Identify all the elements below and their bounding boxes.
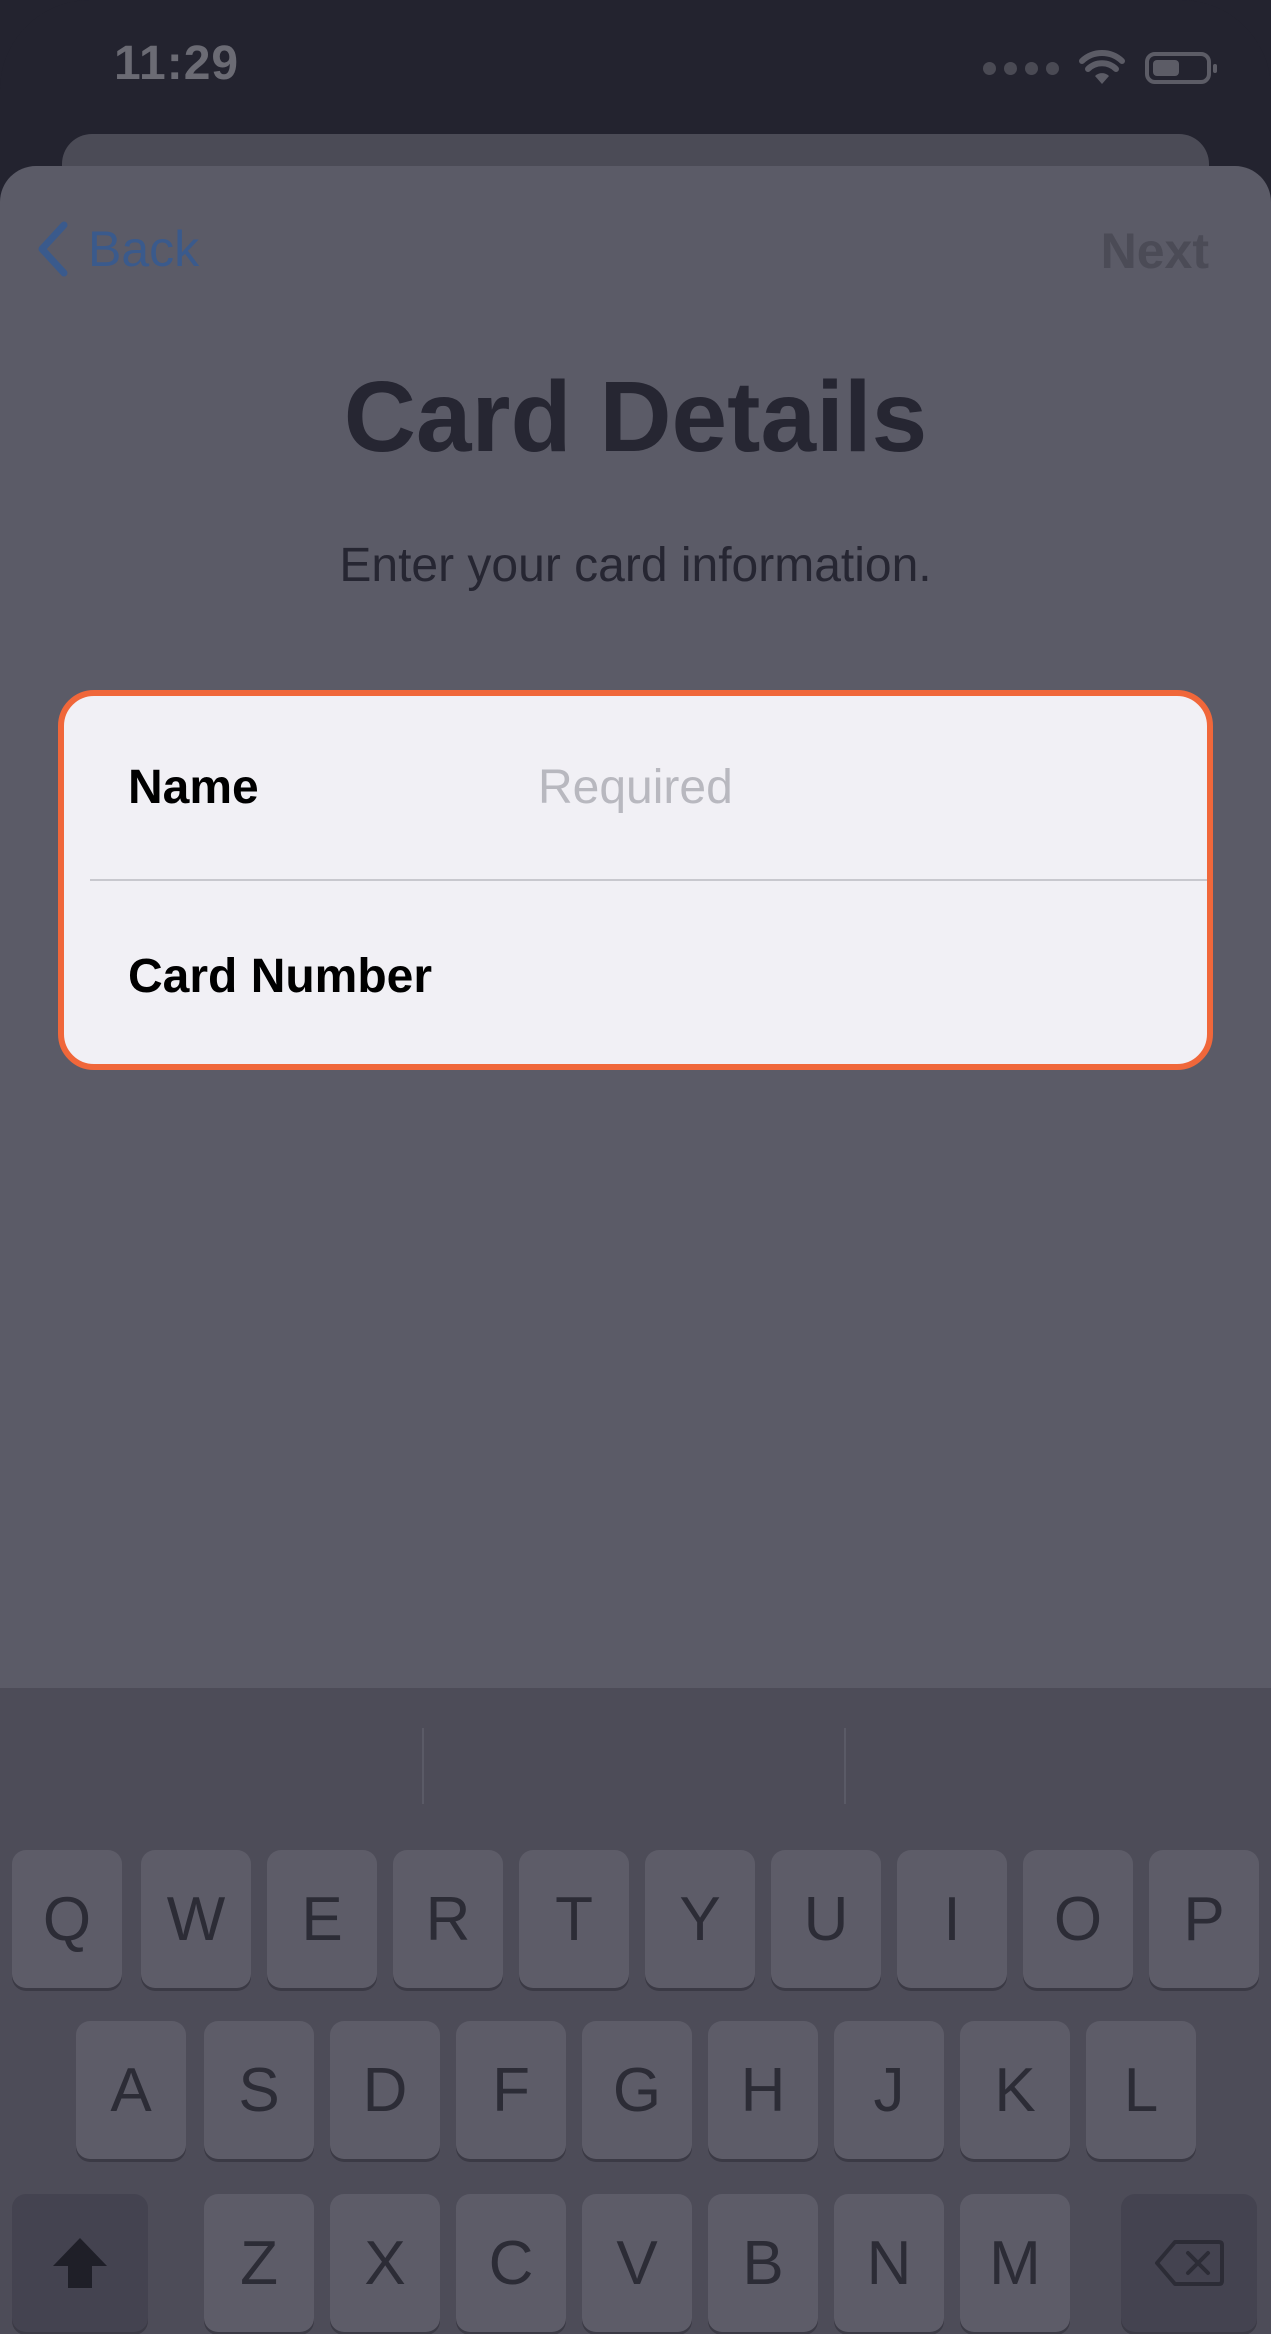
key-h[interactable]: H: [708, 2021, 818, 2159]
card-number-row[interactable]: Card Number: [64, 885, 1207, 1064]
next-button[interactable]: Next: [1101, 222, 1209, 280]
key-r[interactable]: R: [393, 1850, 503, 1988]
cellular-signal-icon: [983, 61, 1059, 75]
key-k[interactable]: K: [960, 2021, 1070, 2159]
key-v[interactable]: V: [582, 2194, 692, 2332]
wifi-icon: [1079, 50, 1125, 84]
phone-screen: 11:29 Back Next Card Details Enter your …: [0, 0, 1271, 2334]
key-f[interactable]: F: [456, 2021, 566, 2159]
chevron-left-icon: [38, 221, 68, 277]
form-divider: [90, 879, 1207, 881]
key-g[interactable]: G: [582, 2021, 692, 2159]
key-q[interactable]: Q: [12, 1850, 122, 1988]
page-subtitle: Enter your card information.: [339, 539, 932, 592]
card-number-input[interactable]: [538, 936, 1158, 1017]
key-a[interactable]: A: [76, 2021, 186, 2159]
name-label: Name: [128, 761, 259, 814]
keyboard: Q W E R T Y U I O P A S D F G H J K L Z …: [0, 1688, 1271, 2334]
keyboard-suggestion-bar: [0, 1688, 1271, 1838]
key-i[interactable]: I: [897, 1850, 1007, 1988]
key-b[interactable]: B: [708, 2194, 818, 2332]
back-button[interactable]: Back: [36, 220, 199, 278]
suggestion-divider: [422, 1728, 424, 1804]
battery-icon: [1145, 52, 1217, 84]
backspace-icon: [1155, 2240, 1224, 2286]
key-e[interactable]: E: [267, 1850, 377, 1988]
name-row[interactable]: Name: [64, 696, 1207, 879]
key-x[interactable]: X: [330, 2194, 440, 2332]
key-p[interactable]: P: [1149, 1850, 1259, 1988]
key-t[interactable]: T: [519, 1850, 629, 1988]
key-j[interactable]: J: [834, 2021, 944, 2159]
name-input[interactable]: [538, 747, 1158, 828]
status-icons: [983, 48, 1217, 88]
delete-key[interactable]: [1121, 2194, 1257, 2332]
suggestion-divider: [844, 1728, 846, 1804]
card-details-form: Name Card Number: [58, 690, 1213, 1070]
key-n[interactable]: N: [834, 2194, 944, 2332]
key-u[interactable]: U: [771, 1850, 881, 1988]
back-button-label: Back: [88, 221, 200, 277]
key-o[interactable]: O: [1023, 1850, 1133, 1988]
key-l[interactable]: L: [1086, 2021, 1196, 2159]
shift-key[interactable]: [12, 2194, 148, 2332]
key-s[interactable]: S: [204, 2021, 314, 2159]
shift-icon: [53, 2238, 107, 2288]
key-c[interactable]: C: [456, 2194, 566, 2332]
page-title: Card Details: [343, 361, 928, 473]
key-y[interactable]: Y: [645, 1850, 755, 1988]
key-w[interactable]: W: [141, 1850, 251, 1988]
status-time: 11:29: [114, 37, 240, 90]
key-m[interactable]: M: [960, 2194, 1070, 2332]
key-d[interactable]: D: [330, 2021, 440, 2159]
card-number-label: Card Number: [128, 950, 433, 1003]
key-z[interactable]: Z: [204, 2194, 314, 2332]
